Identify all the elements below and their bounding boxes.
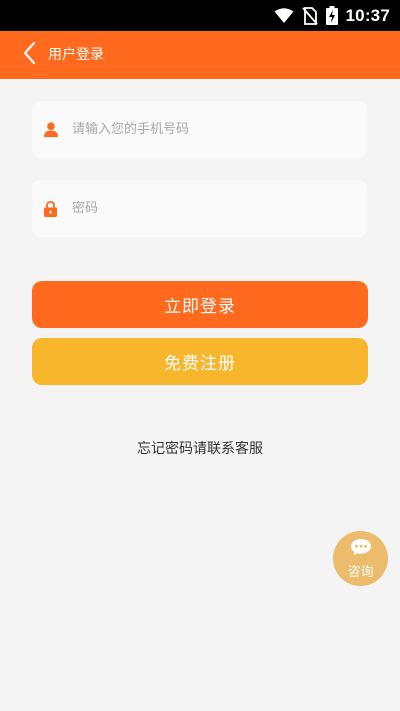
header-bar: 用户登录 (0, 31, 400, 79)
user-icon (32, 122, 70, 137)
phone-field-card (32, 101, 367, 158)
password-input[interactable] (70, 180, 367, 237)
chevron-left-icon (22, 41, 36, 69)
battery-charging-icon (325, 6, 338, 25)
status-icons: 10:37 (274, 0, 390, 31)
lock-icon (32, 200, 70, 217)
register-button[interactable]: 免费注册 (32, 338, 368, 385)
no-sim-icon (301, 6, 318, 25)
consult-label: 咨询 (347, 564, 374, 580)
back-button[interactable] (14, 39, 44, 71)
page-title: 用户登录 (48, 47, 104, 63)
register-button-label: 免费注册 (164, 354, 236, 374)
wifi-icon (274, 7, 294, 24)
status-time: 10:37 (345, 5, 390, 25)
consult-button[interactable]: 咨询 (333, 531, 388, 586)
status-bar: 10:37 (0, 0, 400, 31)
login-button-label: 立即登录 (164, 297, 236, 317)
chat-bubble-icon (350, 538, 372, 560)
password-field-card (32, 180, 367, 237)
forgot-password-hint: 忘记密码请联系客服 (137, 441, 263, 457)
login-button[interactable]: 立即登录 (32, 281, 368, 328)
phone-input[interactable] (70, 101, 367, 158)
